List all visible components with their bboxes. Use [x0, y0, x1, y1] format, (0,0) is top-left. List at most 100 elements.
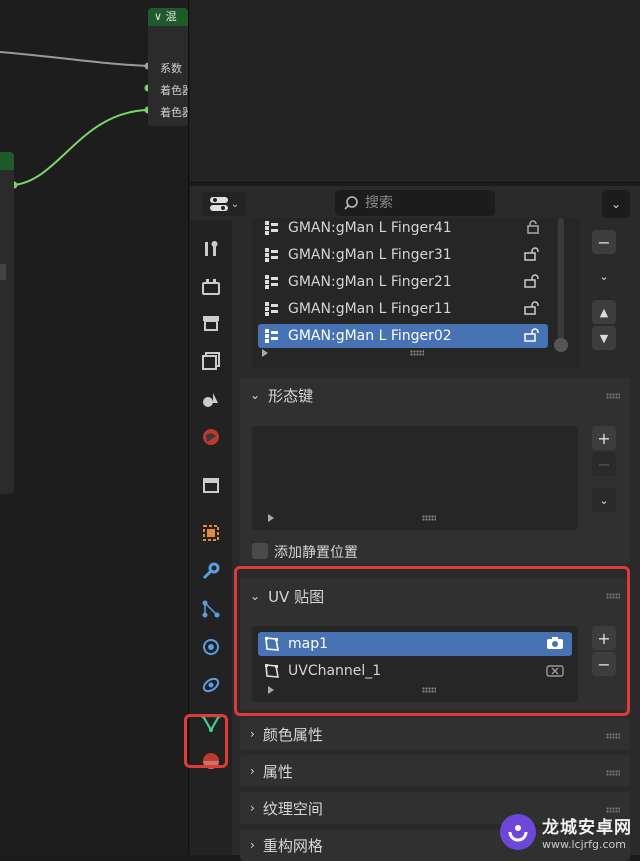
remove-shape-key-button[interactable]: − — [592, 452, 616, 476]
tab-tool[interactable] — [198, 236, 224, 262]
shape-key-specials-dropdown[interactable]: ⌄ — [592, 488, 616, 512]
node-links — [0, 51, 152, 189]
attributes-header[interactable]: › 属性 — [240, 755, 630, 787]
move-up-button[interactable]: ▲ — [592, 300, 616, 324]
tab-scene[interactable] — [198, 386, 224, 412]
tab-object[interactable] — [198, 520, 224, 546]
shape-keys-list[interactable] — [252, 426, 578, 530]
socket-shader-1[interactable]: 着色器 — [148, 80, 188, 102]
chevron-right-icon: › — [250, 727, 255, 741]
shader-node-header — [0, 152, 14, 170]
drag-grip[interactable] — [606, 770, 620, 776]
list-scrollbar[interactable] — [558, 218, 564, 344]
socket-factor[interactable]: 系数 — [148, 58, 182, 80]
collection-icon — [203, 478, 219, 493]
tab-collection[interactable] — [198, 472, 224, 498]
editor-type-button[interactable]: ⌄ — [202, 192, 246, 216]
tab-world[interactable] — [198, 424, 224, 450]
remove-button[interactable]: − — [592, 230, 616, 254]
view-layer-icon — [202, 352, 220, 370]
search-icon — [344, 196, 358, 210]
panel-title: 属性 — [262, 762, 293, 781]
shape-keys-panel: ⌄ 形态键 + − ⌄ 添加静置位置 — [240, 378, 630, 564]
world-icon — [203, 429, 219, 445]
options-dropdown[interactable]: ⌄ — [602, 190, 630, 218]
move-down-button[interactable]: ▼ — [592, 326, 616, 350]
unlock-icon[interactable] — [524, 328, 540, 346]
highlight-uv-maps — [234, 566, 630, 716]
tab-render[interactable] — [198, 274, 224, 300]
mix-shader-node[interactable]: ∨ 混 系数 着色器 着色器 — [148, 8, 188, 126]
list-item-label: GMAN:gMan L Finger21 — [288, 274, 452, 290]
modifier-icon — [202, 562, 220, 580]
lock-icon[interactable] — [526, 220, 540, 238]
constraints-icon — [202, 677, 220, 693]
list-item[interactable]: GMAN:gMan L Finger21 — [258, 270, 548, 294]
watermark: 龙城安卓网 www.lcjrfg.com — [500, 813, 632, 851]
vertex-group-icon — [264, 301, 280, 317]
shader-node-left[interactable] — [0, 152, 14, 494]
chevron-right-icon: › — [250, 764, 255, 778]
chevron-down-icon: ⌄ — [250, 388, 261, 402]
collapse-icon[interactable]: ∨ — [154, 10, 166, 23]
properties-header: ⌄ ⌄ — [190, 186, 640, 220]
watermark-title: 龙城安卓网 — [542, 818, 632, 838]
chevron-right-icon: › — [250, 801, 255, 815]
list-item-label: GMAN:gMan L Finger02 — [288, 328, 452, 344]
list-item[interactable]: GMAN:gMan L Finger31 — [258, 243, 548, 267]
vertex-group-icon — [264, 247, 280, 263]
plus-icon: + — [597, 428, 611, 448]
tab-physics[interactable] — [198, 634, 224, 660]
list-item[interactable]: GMAN:gMan L Finger41 — [258, 216, 548, 240]
unlock-icon[interactable] — [524, 301, 540, 319]
list-item[interactable]: GMAN:gMan L Finger11 — [258, 297, 548, 321]
attributes-panel[interactable]: › 属性 — [240, 755, 630, 787]
search-input[interactable] — [365, 195, 475, 211]
unlock-icon[interactable] — [524, 247, 540, 265]
color-attributes-panel[interactable]: › 颜色属性 — [240, 718, 630, 750]
output-icon — [203, 316, 219, 331]
relative-label: 添加静置位置 — [274, 545, 358, 561]
tab-particles[interactable] — [198, 596, 224, 622]
drag-grip[interactable] — [606, 393, 620, 399]
drag-grip[interactable] — [606, 733, 620, 739]
scrollbar-handle[interactable] — [554, 338, 568, 352]
color-attributes-header[interactable]: › 颜色属性 — [240, 718, 630, 750]
chevron-right-icon: › — [250, 838, 255, 852]
socket-shader-2[interactable]: 着色器 — [148, 102, 188, 124]
tab-output[interactable] — [198, 310, 224, 336]
particles-icon — [202, 600, 220, 618]
specials-dropdown[interactable]: ⌄ — [592, 264, 616, 288]
expand-filter-icon[interactable] — [268, 514, 274, 522]
vertex-groups-list[interactable]: GMAN:gMan L Finger41 GMAN:gMan L Finger3… — [252, 218, 580, 368]
minus-icon: − — [597, 232, 611, 252]
watermark-url: www.lcjrfg.com — [542, 838, 627, 851]
tab-modifier[interactable] — [198, 558, 224, 584]
top-editor-area[interactable] — [190, 0, 640, 183]
vertex-group-icon — [264, 328, 280, 344]
panel-title: 纹理空间 — [262, 799, 323, 818]
list-item-selected[interactable]: GMAN:gMan L Finger02 — [258, 324, 548, 348]
expand-filter-icon[interactable] — [262, 349, 268, 357]
chevron-down-icon: ⌄ — [610, 197, 622, 211]
tab-view-layer[interactable] — [198, 348, 224, 374]
panel-title: 形态键 — [268, 386, 314, 405]
scene-icon — [203, 393, 218, 407]
resize-grip[interactable] — [410, 350, 424, 356]
properties-editor-icon — [209, 197, 228, 211]
highlight-data-tab — [184, 714, 228, 768]
add-shape-key-button[interactable]: + — [592, 426, 616, 450]
node-field[interactable] — [0, 264, 6, 280]
resize-grip[interactable] — [422, 515, 436, 521]
unlock-icon[interactable] — [524, 274, 540, 292]
relative-checkbox[interactable] — [252, 543, 268, 559]
node-editor[interactable]: ∨ 混 系数 着色器 着色器 — [0, 0, 189, 855]
search-field[interactable] — [335, 190, 495, 216]
shape-keys-header[interactable]: ⌄ 形态键 — [240, 378, 630, 412]
list-item-label: GMAN:gMan L Finger11 — [288, 301, 452, 317]
tab-constraints[interactable] — [198, 672, 224, 698]
mix-shader-node-title: ∨ 混 — [148, 8, 188, 26]
render-icon — [202, 279, 220, 295]
panel-title: 颜色属性 — [262, 725, 323, 744]
chevron-down-icon: ⌄ — [599, 493, 609, 507]
